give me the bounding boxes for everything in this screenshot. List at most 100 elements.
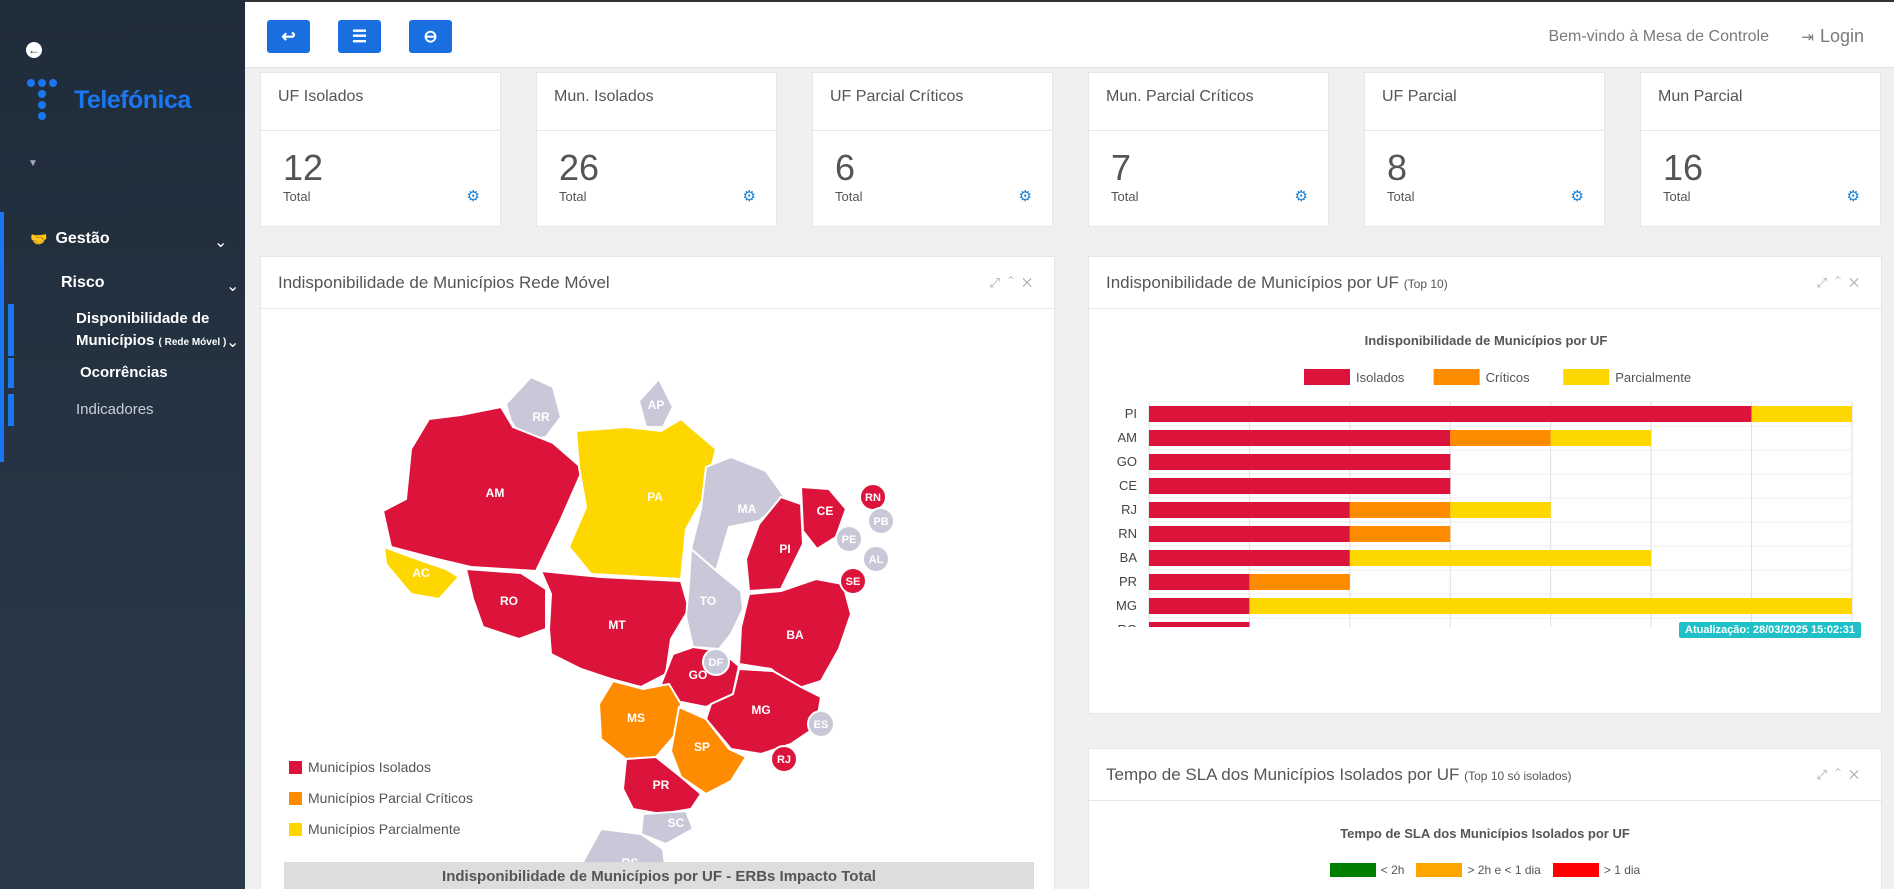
panel-title-text: Tempo de SLA dos Municípios Isolados por… xyxy=(1106,765,1460,784)
map-label-am: AM xyxy=(486,486,505,500)
legend-swatch xyxy=(1433,369,1480,385)
bar-segment[interactable] xyxy=(1550,430,1652,446)
legend-isolados: Municípios Isolados xyxy=(289,759,431,775)
expand-icon[interactable]: ⤢ xyxy=(1817,767,1835,782)
map-label-ce: CE xyxy=(817,504,834,518)
handshake-icon: 🤝 xyxy=(30,230,48,247)
chevron-down-icon[interactable]: ⌄ xyxy=(214,232,227,252)
bar-segment[interactable] xyxy=(1249,598,1852,614)
map-label-rr: RR xyxy=(532,410,550,424)
minus-button[interactable]: ⊖ xyxy=(409,20,452,53)
gear-icon[interactable]: ⚙ xyxy=(1847,187,1860,205)
legend-label: Isolados xyxy=(1356,370,1405,385)
card-title: UF Isolados xyxy=(278,88,364,105)
sidebar-item-disponibilidade[interactable]: Disponibilidade de Municípios ( Rede Móv… xyxy=(76,308,226,354)
bar-segment[interactable] xyxy=(1149,526,1350,542)
expand-icon[interactable]: ⤢ xyxy=(1817,275,1835,290)
bar-segment[interactable] xyxy=(1450,502,1551,518)
expand-icon[interactable]: ⤢ xyxy=(990,275,1008,290)
bar-segment[interactable] xyxy=(1249,574,1350,590)
close-icon[interactable]: ✕ xyxy=(1849,275,1867,290)
gear-icon[interactable]: ⚙ xyxy=(1295,187,1308,205)
card-value: 8 xyxy=(1387,147,1408,188)
gear-icon[interactable]: ⚙ xyxy=(1019,187,1032,205)
sidebar-item-suffix: ( Rede Móvel ) xyxy=(158,337,227,348)
y-tick-label: RN xyxy=(1118,526,1137,541)
map-label-rj: RJ xyxy=(777,754,791,766)
collapse-icon[interactable]: ⌃ xyxy=(1835,767,1849,782)
legend-criticos: Municípios Parcial Críticos xyxy=(289,790,473,806)
bar-segment[interactable] xyxy=(1149,502,1350,518)
bar-segment[interactable] xyxy=(1349,502,1451,518)
close-icon[interactable]: ✕ xyxy=(1022,275,1040,290)
card-value: 6 xyxy=(835,147,856,188)
sidebar-item-gestao[interactable]: 🤝 Gestão xyxy=(30,230,110,248)
sidebar-menu: 🤝 Gestão ⌄ Risco ⌄ Disponibilidade de Mu… xyxy=(0,212,245,462)
top-bar: ↩ ☰ ⊖ Bem-vindo à Mesa de Controle ⇥ Logi… xyxy=(245,0,1894,68)
minus-circle-icon: ⊖ xyxy=(423,27,438,46)
bar-segment[interactable] xyxy=(1149,622,1250,627)
panel-title-suffix: (Top 10 só isolados) xyxy=(1464,769,1572,783)
panel-title: Indisponibilidade de Municípios Rede Móv… xyxy=(278,273,610,292)
card-title: UF Parcial xyxy=(1382,88,1457,105)
chevron-down-icon[interactable]: ⌄ xyxy=(226,276,239,296)
menu-button[interactable]: ☰ xyxy=(338,20,381,53)
map-label-to: TO xyxy=(700,594,716,608)
map-label-ro: RO xyxy=(500,594,518,608)
bar-segment[interactable] xyxy=(1149,406,1752,422)
gear-icon[interactable]: ⚙ xyxy=(1571,187,1584,205)
sidebar-item-label: Municípios xyxy=(76,332,155,349)
bar-segment[interactable] xyxy=(1149,478,1451,494)
caret-down-icon[interactable]: ▼ xyxy=(28,158,38,169)
gear-icon[interactable]: ⚙ xyxy=(467,187,480,205)
legend-item[interactable]: Isolados xyxy=(1304,369,1405,385)
bar-segment[interactable] xyxy=(1149,430,1451,446)
legend-parcial: Municípios Parcialmente xyxy=(289,821,461,837)
map-label-ms: MS xyxy=(627,711,645,725)
gear-icon[interactable]: ⚙ xyxy=(743,187,756,205)
bar-segment[interactable] xyxy=(1149,598,1250,614)
welcome-text: Bem-vindo à Mesa de Controle xyxy=(1548,28,1769,45)
bar-segment[interactable] xyxy=(1450,430,1551,446)
sidebar-item-ocorrencias[interactable]: Ocorrências xyxy=(80,364,168,381)
map-label-sp: SP xyxy=(694,740,710,754)
map-label-pb: PB xyxy=(873,516,888,528)
bar-segment[interactable] xyxy=(1149,574,1250,590)
bar-segment[interactable] xyxy=(1149,550,1350,566)
collapse-icon[interactable]: ⌃ xyxy=(1835,275,1849,290)
map-label-ma: MA xyxy=(738,502,757,516)
bar-segment[interactable] xyxy=(1149,454,1451,470)
panel-title-suffix: (Top 10) xyxy=(1403,277,1448,291)
bar-segment[interactable] xyxy=(1349,550,1652,566)
map-label-se: SE xyxy=(846,576,861,588)
bar-segment[interactable] xyxy=(1751,406,1852,422)
y-tick-label: RO xyxy=(1118,622,1138,627)
bar-segment[interactable] xyxy=(1349,526,1451,542)
legend-label: < 2h xyxy=(1380,863,1405,877)
active-marker xyxy=(8,358,14,388)
login-link[interactable]: ⇥ Login xyxy=(1801,26,1864,47)
legend-label: Municípios Parcial Críticos xyxy=(308,790,473,806)
legend-item[interactable]: Críticos xyxy=(1433,369,1531,385)
legend-item[interactable]: Parcialmente xyxy=(1563,369,1691,385)
reply-button[interactable]: ↩ xyxy=(267,20,310,53)
sign-in-icon: ⇥ xyxy=(1801,29,1814,46)
map-label-rn: RN xyxy=(865,492,881,504)
map-label-al: AL xyxy=(869,554,884,566)
sidebar-item-label: Ocorrências xyxy=(80,364,168,381)
legend-label: Municípios Parcialmente xyxy=(308,821,461,837)
sidebar-item-risco[interactable]: Risco xyxy=(61,274,105,292)
map-label-ac: AC xyxy=(412,566,430,580)
map-label-mt: MT xyxy=(608,618,626,632)
card-label: Total xyxy=(283,189,311,204)
chart-title: Indisponibilidade de Municípios por UF xyxy=(1365,333,1608,348)
card-title: Mun. Parcial Críticos xyxy=(1106,88,1254,105)
collapse-icon[interactable]: ⌃ xyxy=(1008,275,1022,290)
map-label-es: ES xyxy=(814,719,829,731)
back-arrow-icon[interactable]: ← xyxy=(26,42,42,58)
close-icon[interactable]: ✕ xyxy=(1849,767,1867,782)
sidebar-item-indicadores[interactable]: Indicadores xyxy=(76,401,154,418)
chevron-down-icon[interactable]: ⌄ xyxy=(226,332,239,352)
map-state-am[interactable] xyxy=(381,405,585,573)
sla-chart-title: Tempo de SLA dos Municípios Isolados por… xyxy=(1340,826,1630,841)
